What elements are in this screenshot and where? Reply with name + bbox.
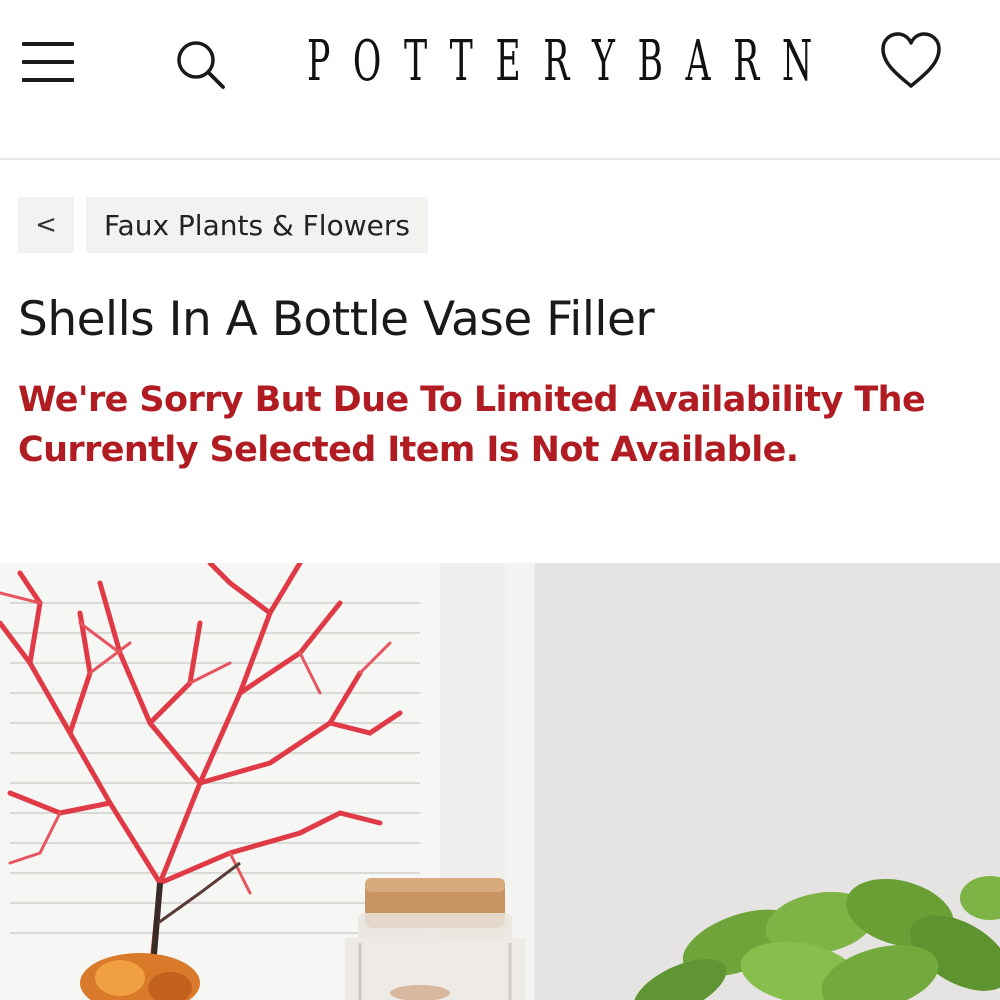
brand-letter: O	[352, 28, 382, 94]
search-icon[interactable]	[172, 36, 228, 92]
brand-letter: B	[637, 28, 663, 94]
page-title: Shells In A Bottle Vase Filler	[18, 292, 655, 347]
brand-letter: R	[543, 28, 570, 94]
brand-letter: N	[781, 28, 813, 94]
heart-icon[interactable]	[878, 30, 944, 92]
brand-letter: P	[307, 28, 331, 94]
brand-letter: Y	[591, 28, 615, 94]
brand-letter: A	[685, 28, 711, 94]
product-hero-image[interactable]	[0, 563, 1000, 1000]
back-button[interactable]: <	[18, 197, 74, 253]
site-header: P O T T E R Y B A R N	[0, 0, 1000, 160]
brand-logo[interactable]: P O T T E R Y B A R N	[307, 26, 812, 96]
brand-letter: T	[403, 28, 428, 94]
brand-letter: R	[733, 28, 760, 94]
breadcrumb-category[interactable]: Faux Plants & Flowers	[86, 197, 428, 253]
brand-letter: T	[449, 28, 473, 94]
availability-error-message: We're Sorry But Due To Limited Availabil…	[18, 380, 926, 470]
hamburger-menu-icon[interactable]	[22, 38, 76, 86]
brand-letter: E	[495, 28, 521, 94]
